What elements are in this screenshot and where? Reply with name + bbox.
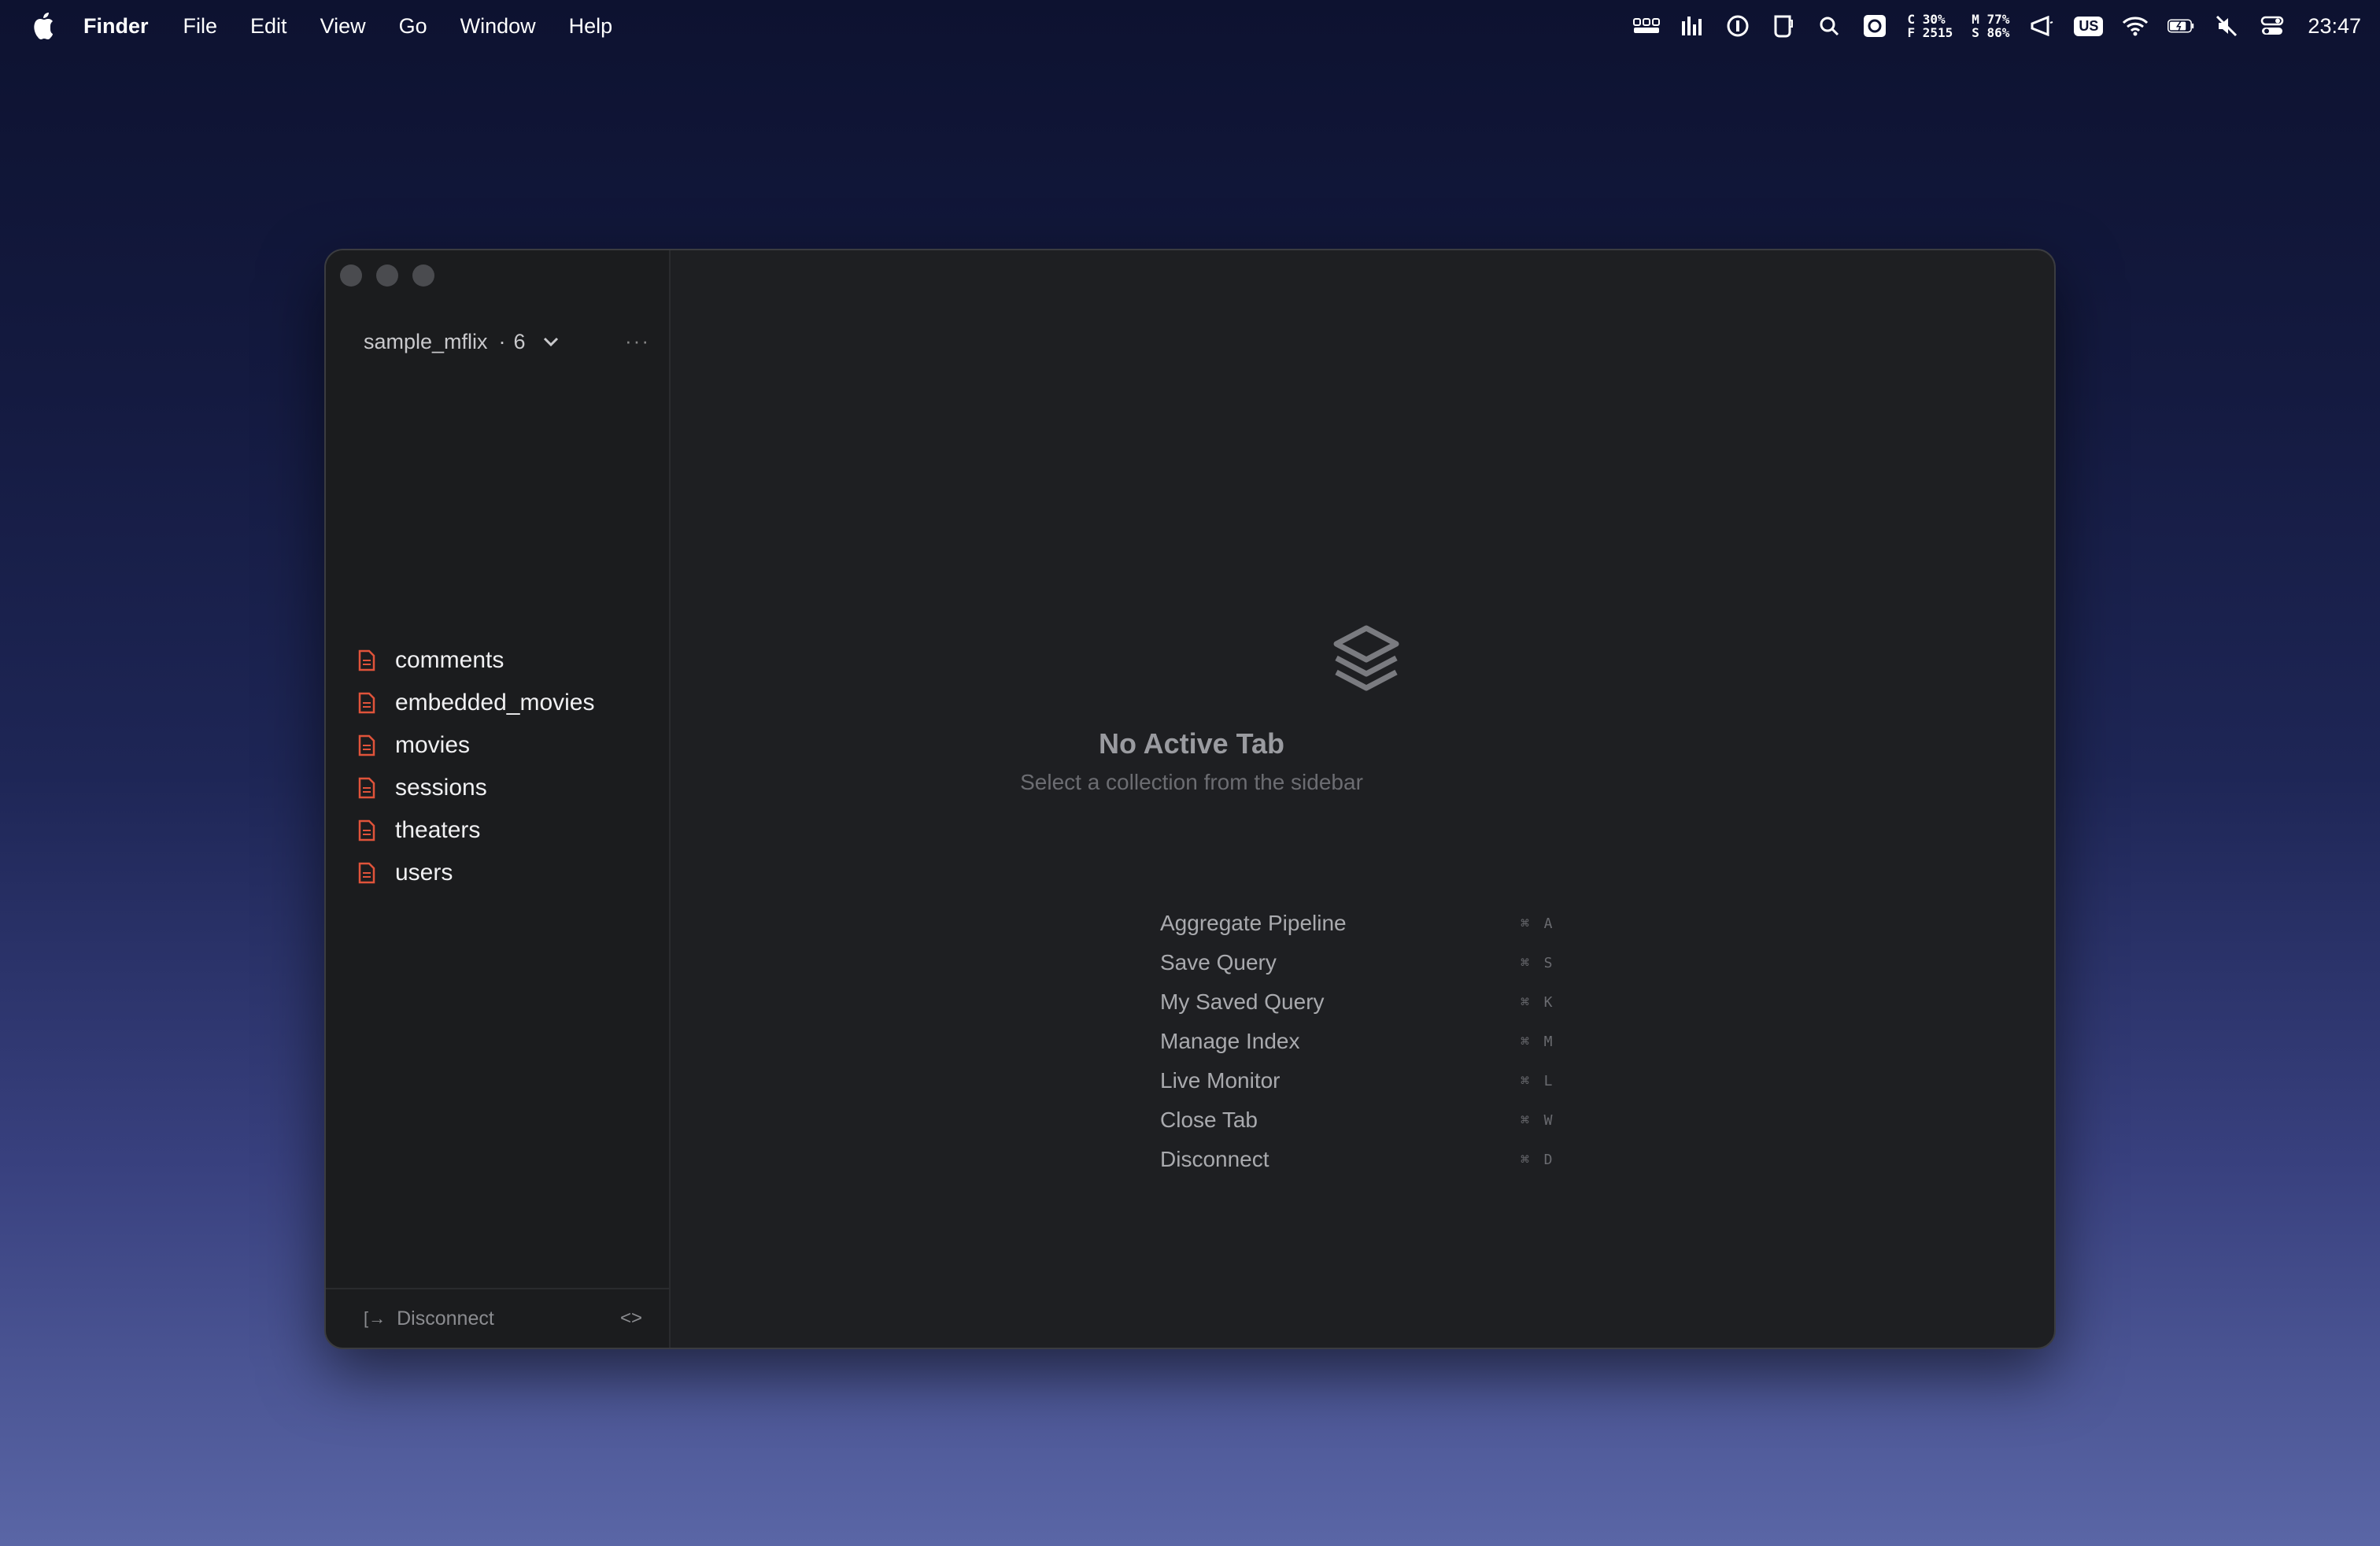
keyboard-layout[interactable]: US xyxy=(2074,16,2104,36)
minimize-window-button[interactable] xyxy=(376,264,398,287)
shortcut-key: ⌘ S xyxy=(1521,954,1556,971)
shortcut-key: ⌘ D xyxy=(1521,1151,1556,1168)
shortcut-key: ⌘ A xyxy=(1521,915,1556,932)
disconnect-icon[interactable]: [→ xyxy=(364,1308,386,1329)
menu-bar: Finder File Edit View Go Window Help C 3… xyxy=(0,0,2380,52)
shortcut-label: Close Tab xyxy=(1160,1108,1258,1132)
zoom-window-button[interactable] xyxy=(412,264,434,287)
menu-go[interactable]: Go xyxy=(399,14,427,39)
sidebar-footer: [→ Disconnect <> xyxy=(326,1288,669,1348)
coffee-icon[interactable] xyxy=(1770,14,1797,38)
empty-state-title: No Active Tab xyxy=(1098,727,1285,760)
shortcut-row[interactable]: My Saved Query ⌘ K xyxy=(1160,982,1569,1022)
menu-app-name[interactable]: Finder xyxy=(83,14,149,39)
shortcut-label: My Saved Query xyxy=(1160,989,1325,1014)
collection-item-comments[interactable]: comments xyxy=(357,639,504,682)
sidebar: sample_mflix · 6 ··· comments embedded_m… xyxy=(326,250,671,1348)
control-center-icon[interactable] xyxy=(2259,14,2286,38)
shortcut-row[interactable]: Aggregate Pipeline ⌘ A xyxy=(1160,904,1569,943)
shortcut-label: Disconnect xyxy=(1160,1147,1269,1171)
collection-item-theaters[interactable]: theaters xyxy=(357,809,480,852)
wifi-icon[interactable] xyxy=(2122,14,2149,38)
password-icon[interactable] xyxy=(1724,14,1751,38)
collection-label: theaters xyxy=(395,817,481,843)
document-icon xyxy=(358,649,375,671)
collection-count: 6 xyxy=(513,329,526,353)
activity-icon[interactable] xyxy=(1633,14,1661,38)
window-controls xyxy=(340,264,434,287)
close-window-button[interactable] xyxy=(340,264,362,287)
memory-stats[interactable]: M 77% S 86% xyxy=(1972,13,2009,39)
shortcut-row[interactable]: Manage Index ⌘ M xyxy=(1160,1022,1569,1061)
shortcut-row[interactable]: Save Query ⌘ S xyxy=(1160,943,1569,982)
shortcut-key: ⌘ L xyxy=(1521,1072,1556,1089)
database-separator: · xyxy=(498,329,506,353)
chevron-down-icon[interactable] xyxy=(540,331,562,353)
document-icon xyxy=(358,862,375,884)
collection-label: comments xyxy=(395,647,504,673)
shortcut-label: Aggregate Pipeline xyxy=(1160,911,1347,935)
app-window: sample_mflix · 6 ··· comments embedded_m… xyxy=(324,249,2056,1349)
apple-logo-icon[interactable] xyxy=(30,9,55,41)
code-toggle-icon[interactable]: <> xyxy=(620,1307,642,1330)
shortcut-row[interactable]: Disconnect ⌘ D xyxy=(1160,1140,1569,1179)
document-icon xyxy=(358,819,375,841)
shortcut-key: ⌘ M xyxy=(1521,1033,1556,1050)
status-area: C 30% F 2515 M 77% S 86% US 23:47 xyxy=(1633,0,2361,52)
megaphone-icon[interactable] xyxy=(2028,14,2055,38)
shortcut-row[interactable]: Close Tab ⌘ W xyxy=(1160,1100,1569,1140)
mute-icon[interactable] xyxy=(2213,14,2240,38)
collection-label: embedded_movies xyxy=(395,690,595,716)
shortcut-row[interactable]: Live Monitor ⌘ L xyxy=(1160,1061,1569,1100)
shortcut-list: Aggregate Pipeline ⌘ A Save Query ⌘ S My… xyxy=(1160,904,1569,1179)
bar-chart-icon[interactable] xyxy=(1679,14,1706,38)
cpu-stats[interactable]: C 30% F 2515 xyxy=(1907,13,1953,39)
database-selector[interactable]: sample_mflix · 6 ··· xyxy=(364,324,663,359)
menu-help[interactable]: Help xyxy=(569,14,613,39)
screen-capture-icon[interactable] xyxy=(1861,14,1888,38)
collection-item-embedded-movies[interactable]: embedded_movies xyxy=(357,682,595,724)
empty-state-subtitle: Select a collection from the sidebar xyxy=(1020,770,1363,794)
disconnect-button[interactable]: Disconnect xyxy=(397,1307,494,1330)
search-icon[interactable] xyxy=(1816,14,1842,38)
shortcut-key: ⌘ K xyxy=(1521,993,1556,1011)
collection-item-users[interactable]: users xyxy=(357,852,453,894)
collection-label: users xyxy=(395,860,453,886)
shortcut-label: Save Query xyxy=(1160,950,1277,975)
shortcut-label: Live Monitor xyxy=(1160,1068,1281,1093)
database-name: sample_mflix xyxy=(364,329,488,353)
shortcut-label: Manage Index xyxy=(1160,1029,1300,1053)
document-icon xyxy=(358,692,375,714)
clock[interactable]: 23:47 xyxy=(2308,14,2361,39)
menu-file[interactable]: File xyxy=(183,14,218,39)
layers-icon xyxy=(1333,625,1399,691)
menu-view[interactable]: View xyxy=(320,14,366,39)
battery-icon[interactable] xyxy=(2168,14,2194,38)
menu-edit[interactable]: Edit xyxy=(250,14,287,39)
more-options-icon[interactable]: ··· xyxy=(625,329,650,353)
menu-window[interactable]: Window xyxy=(460,14,536,39)
shortcut-key: ⌘ W xyxy=(1521,1111,1556,1129)
